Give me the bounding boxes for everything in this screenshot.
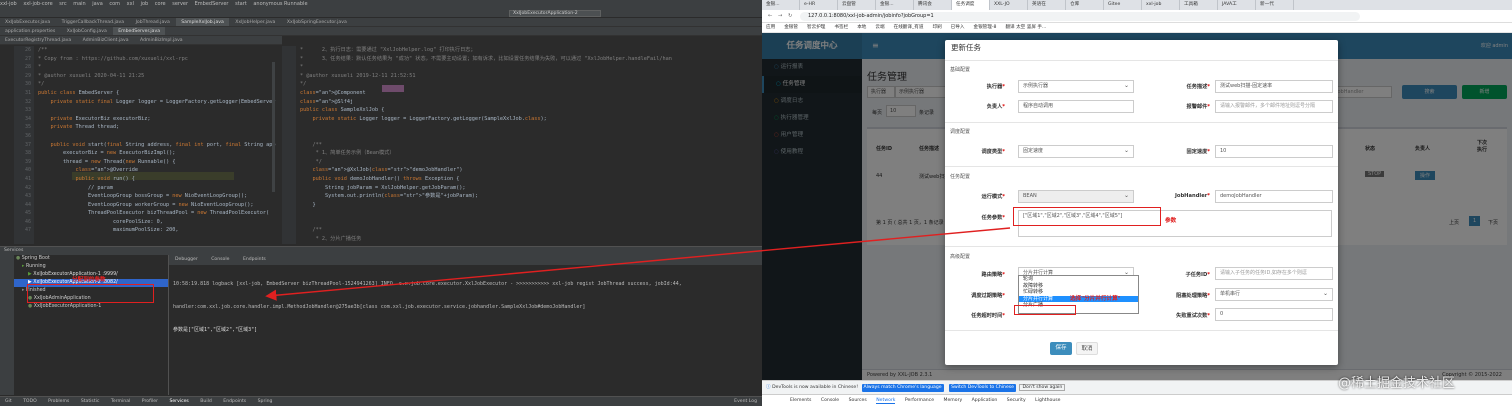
arrow-line	[265, 227, 1011, 301]
screenshot: xxl-job xxl-job-core src main java com x…	[0, 0, 1512, 406]
annotation-arrow	[265, 227, 1011, 301]
watermark: @稀土掘金技术社区	[1338, 376, 1456, 391]
